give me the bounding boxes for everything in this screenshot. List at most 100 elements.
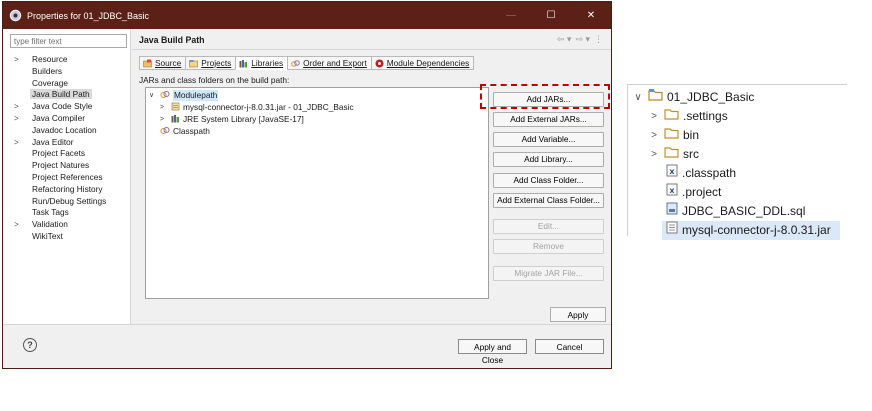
help-icon[interactable]: ? [23, 338, 37, 352]
nav-item-java-code-style[interactable]: > Java Code Style [10, 101, 130, 113]
title-bar: Properties for 01_JDBC_Basic — ☐ ✕ [3, 2, 611, 29]
modulepath-icon [160, 90, 170, 102]
expand-icon[interactable]: > [14, 219, 19, 231]
expand-icon[interactable]: > [14, 54, 19, 66]
jar-file-icon [666, 221, 678, 240]
add-library-button[interactable]: Add Library... [493, 152, 604, 167]
nav-item-java-build-path[interactable]: Java Build Path [10, 89, 130, 101]
item-label: mysql-connector-j-8.0.31.jar [682, 223, 831, 237]
chevron-right-icon[interactable]: > [648, 107, 660, 126]
item-label: .settings [683, 109, 728, 123]
filter-input[interactable]: type filter text [10, 34, 127, 48]
nav-item-project-facets[interactable]: Project Facets [10, 148, 130, 160]
explorer-item-src[interactable]: > src [648, 145, 699, 164]
add-external-class-folder-button[interactable]: Add External Class Folder... [493, 193, 604, 208]
chevron-right-icon[interactable]: > [160, 114, 168, 125]
expand-icon[interactable]: > [14, 137, 19, 149]
tab-module-dependencies[interactable]: Module Dependencies [370, 56, 475, 70]
tree-label: Modulepath [173, 90, 219, 101]
tree-node-jar[interactable]: > mysql-connector-j-8.0.31.jar - 01_JDBC… [160, 102, 354, 113]
library-icon [171, 114, 180, 126]
project-label: 01_JDBC_Basic [667, 90, 755, 104]
nav-item-task-tags[interactable]: Task Tags [10, 207, 130, 219]
jar-icon [171, 102, 180, 114]
library-icon [239, 59, 248, 68]
nav-item-java-editor[interactable]: > Java Editor [10, 137, 130, 149]
close-button[interactable]: ✕ [571, 2, 611, 29]
tree-label: mysql-connector-j-8.0.31.jar - 01_JDBC_B… [183, 102, 354, 112]
folder-icon [664, 107, 679, 126]
cancel-button[interactable]: Cancel [535, 339, 604, 354]
explorer-item-settings[interactable]: > .settings [648, 107, 728, 126]
svg-text:x: x [669, 186, 675, 195]
eclipse-gear-icon [8, 9, 22, 23]
nav-item-javadoc-location[interactable]: Javadoc Location [10, 125, 130, 137]
minimize-button[interactable]: — [491, 2, 531, 29]
build-path-tree[interactable]: ∨ Modulepath > mysql-connector-j-8.0.31.… [145, 87, 489, 299]
forward-arrow-icon[interactable]: ⇨ ▾ [575, 34, 590, 45]
nav-item-builders[interactable]: Builders [10, 66, 130, 78]
tree-node-classpath[interactable]: Classpath [160, 126, 210, 137]
remove-button[interactable]: Remove [493, 239, 604, 254]
build-path-tabs: Source Projects Libraries Order and Expo… [139, 56, 475, 70]
xml-file-icon: x [666, 164, 678, 183]
nav-list: > Resource Builders Coverage Java Build P… [10, 54, 130, 243]
expand-icon[interactable]: > [14, 101, 19, 113]
explorer-item-jar[interactable]: mysql-connector-j-8.0.31.jar [662, 221, 840, 240]
history-nav: ⇦ ▾ ⇨ ▾ ⋮ [557, 34, 603, 45]
migrate-jar-button[interactable]: Migrate JAR File... [493, 266, 604, 281]
properties-dialog: Properties for 01_JDBC_Basic — ☐ ✕ type … [2, 1, 612, 369]
nav-item-coverage[interactable]: Coverage [10, 78, 130, 90]
chevron-right-icon[interactable]: > [160, 102, 168, 113]
apply-and-close-button[interactable]: Apply and Close [458, 339, 527, 365]
tab-source[interactable]: Source [139, 56, 186, 70]
tree-label: JRE System Library [JavaSE-17] [183, 114, 304, 124]
folder-icon [664, 126, 679, 145]
nav-item-resource[interactable]: > Resource [10, 54, 130, 66]
project-folder-icon [648, 88, 663, 107]
nav-item-java-compiler[interactable]: > Java Compiler [10, 113, 130, 125]
nav-item-project-references[interactable]: Project References [10, 172, 130, 184]
explorer-item-bin[interactable]: > bin [648, 126, 699, 145]
back-arrow-icon[interactable]: ⇦ ▾ [557, 34, 572, 45]
xml-file-icon: x [666, 183, 678, 202]
nav-item-validation[interactable]: > Validation [10, 219, 130, 231]
folder-icon [664, 145, 679, 164]
apply-button[interactable]: Apply [550, 307, 606, 322]
source-folder-icon [143, 59, 152, 68]
tree-node-jre[interactable]: > JRE System Library [JavaSE-17] [160, 114, 304, 125]
expand-icon[interactable]: > [14, 113, 19, 125]
add-class-folder-button[interactable]: Add Class Folder... [493, 173, 604, 188]
package-explorer: ∨ 01_JDBC_Basic > .settings > bin > src … [627, 84, 847, 240]
property-nav: type filter text > Resource Builders Cove… [3, 29, 131, 324]
explorer-item-project[interactable]: x .project [666, 183, 721, 202]
tab-libraries[interactable]: Libraries [235, 56, 288, 70]
add-variable-button[interactable]: Add Variable... [493, 132, 604, 147]
chevron-right-icon[interactable]: > [648, 145, 660, 164]
tab-order-and-export[interactable]: Order and Export [287, 56, 371, 70]
nav-item-project-natures[interactable]: Project Natures [10, 160, 130, 172]
sql-file-icon [666, 202, 678, 221]
tab-projects[interactable]: Projects [185, 56, 236, 70]
chevron-down-icon[interactable]: ∨ [632, 88, 644, 107]
explorer-item-sql[interactable]: JDBC_BASIC_DDL.sql [666, 202, 805, 221]
explorer-item-classpath[interactable]: x .classpath [666, 164, 736, 183]
edit-button[interactable]: Edit... [493, 219, 604, 234]
item-label: bin [683, 128, 700, 142]
nav-item-wikitext[interactable]: WikiText [10, 231, 130, 243]
nav-item-run-debug-settings[interactable]: Run/Debug Settings [10, 196, 130, 208]
tree-node-modulepath[interactable]: ∨ Modulepath [149, 90, 219, 102]
nav-item-refactoring-history[interactable]: Refactoring History [10, 184, 130, 196]
menu-dots-icon[interactable]: ⋮ [594, 34, 603, 45]
order-icon [291, 59, 300, 68]
item-label: src [683, 147, 699, 161]
build-path-page: Java Build Path ⇦ ▾ ⇨ ▾ ⋮ Source Project… [132, 29, 611, 324]
chevron-right-icon[interactable]: > [648, 126, 660, 145]
add-external-jars-button[interactable]: Add External JARs... [493, 112, 604, 127]
module-icon [375, 59, 384, 68]
svg-text:x: x [669, 167, 675, 176]
chevron-down-icon[interactable]: ∨ [149, 90, 157, 101]
classpath-icon [160, 126, 170, 138]
maximize-button[interactable]: ☐ [531, 2, 571, 29]
explorer-project-row[interactable]: ∨ 01_JDBC_Basic [632, 88, 754, 107]
